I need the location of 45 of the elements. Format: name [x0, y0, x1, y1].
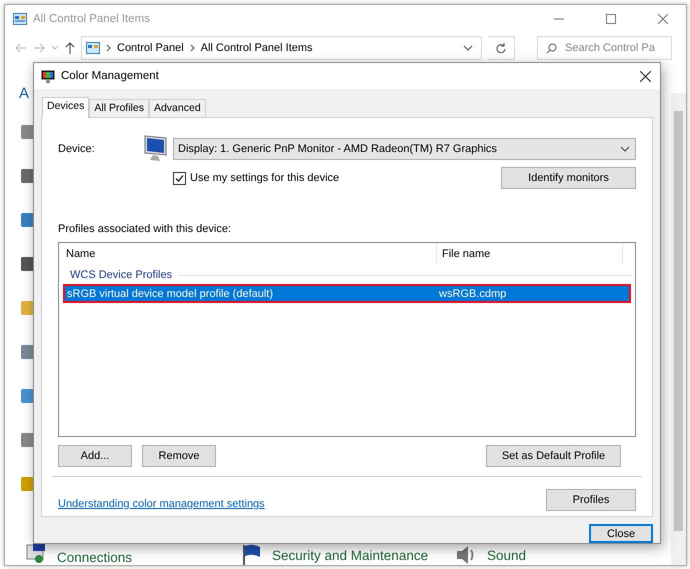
close-button[interactable]: Close — [589, 524, 653, 543]
table-cell: wsRGB.cdmp — [439, 288, 506, 300]
tab[interactable]: Devices — [42, 97, 90, 118]
profiles-button[interactable]: Profiles — [546, 489, 636, 511]
scrollbar[interactable] — [671, 93, 686, 565]
tab[interactable]: All Profiles — [89, 99, 149, 117]
column-header[interactable]: File name — [437, 243, 623, 265]
control-panel-item-link[interactable]: Connections — [57, 550, 217, 565]
chevron-right-icon — [106, 44, 111, 52]
control-panel-item-link[interactable]: Security and Maintenance — [272, 548, 428, 562]
profiles-label: Profiles associated with this device: — [58, 223, 232, 235]
dialog-title: Color Management — [61, 70, 159, 82]
group-header: WCS Device Profiles — [70, 269, 172, 281]
list-row[interactable]: sRGB virtual device model profile (default) wsRGB.cdmp — [63, 284, 631, 303]
chevron-down-icon — [620, 146, 630, 152]
control-panel-icon — [86, 42, 100, 54]
identify-monitors-button[interactable]: Identify monitors — [501, 167, 636, 189]
chevron-right-icon — [190, 44, 195, 52]
checkbox-label: Use my settings for this device — [190, 172, 340, 184]
control-panel-icon — [13, 12, 27, 24]
window-title: All Control Panel Items — [33, 12, 150, 24]
refresh-icon — [496, 43, 506, 53]
add-button[interactable]: Add... — [58, 445, 132, 467]
checkbox[interactable] — [173, 172, 186, 184]
breadcrumb-item[interactable]: All Control Panel Items — [200, 42, 313, 54]
monitor-icon — [142, 135, 168, 163]
table-cell-text: sRGB virtual device model profile (default) — [66, 288, 274, 300]
address-bar[interactable]: Control Panel All Control Panel Items — [81, 36, 482, 60]
up-arrow-icon[interactable] — [65, 42, 75, 54]
chevron-down-icon[interactable] — [463, 45, 473, 51]
help-link[interactable]: Understanding color management settings — [58, 498, 265, 510]
set-default-button[interactable]: Set as Default Profile — [486, 445, 621, 467]
search-icon — [546, 42, 557, 54]
device-label: Device: — [58, 143, 96, 155]
device-dropdown[interactable]: Display: 1. Generic PnP Monitor - AMD Radeon(TM) R7 Graphics — [173, 138, 636, 160]
dropdown-value: Display: 1. Generic PnP Monitor - AMD Radeon(TM) R7 Graphics — [178, 143, 497, 155]
breadcrumb-item[interactable]: Control Panel — [117, 42, 184, 54]
monitor-icon — [41, 70, 55, 82]
remove-button[interactable]: Remove — [142, 445, 216, 467]
column-header[interactable]: Name — [63, 243, 437, 265]
tab[interactable]: Advanced — [148, 99, 206, 117]
control-panel-item-link[interactable]: Sound — [487, 548, 526, 562]
search-field[interactable]: Search Control Pa — [537, 36, 672, 60]
refresh-button[interactable] — [488, 36, 515, 60]
side-link[interactable]: A — [19, 85, 30, 102]
